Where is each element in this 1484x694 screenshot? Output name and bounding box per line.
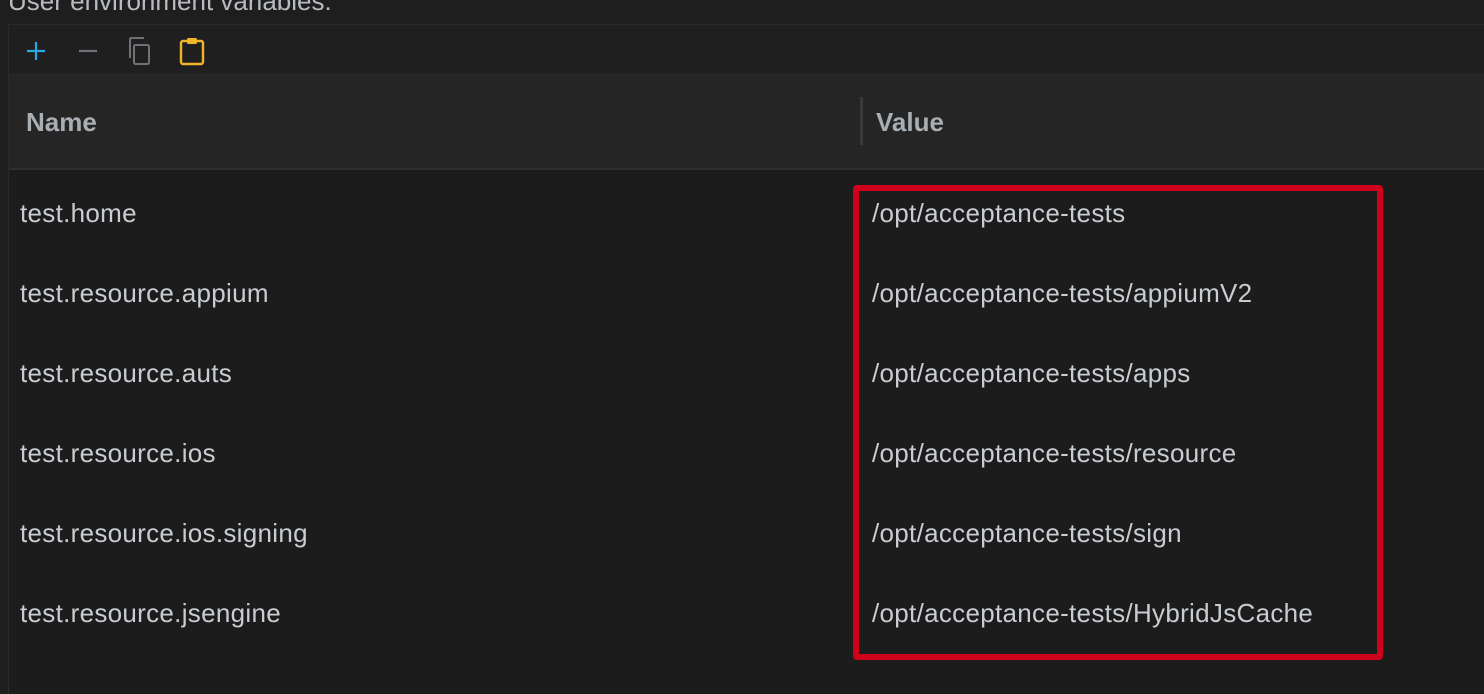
toolbar — [9, 25, 1484, 73]
variable-name: test.resource.jsengine — [20, 598, 281, 628]
column-header-value[interactable]: Value — [876, 107, 944, 138]
table-row[interactable]: test.resource.ios.signing /opt/acceptanc… — [9, 492, 1484, 572]
variable-name: test.resource.ios.signing — [20, 518, 308, 548]
env-variables-panel: Name Value test.home /opt/acceptance-tes… — [8, 24, 1484, 694]
table-row[interactable]: test.resource.ios /opt/acceptance-tests/… — [9, 412, 1484, 492]
table-row[interactable]: test.home /opt/acceptance-tests — [9, 172, 1484, 252]
copy-icon — [129, 37, 150, 65]
table-row[interactable]: test.resource.appium /opt/acceptance-tes… — [9, 252, 1484, 332]
variable-value: /opt/acceptance-tests — [872, 198, 1126, 228]
clipboard-icon — [179, 38, 205, 66]
table-header: Name Value — [9, 73, 1484, 170]
table-row[interactable]: test.resource.jsengine /opt/acceptance-t… — [9, 572, 1484, 652]
minus-icon — [79, 49, 97, 53]
paste-button[interactable] — [174, 33, 210, 69]
remove-button[interactable] — [70, 33, 106, 69]
column-header-name[interactable]: Name — [26, 107, 97, 138]
copy-button[interactable] — [122, 33, 158, 69]
variable-name: test.resource.ios — [20, 438, 216, 468]
table-row[interactable]: test.resource.auts /opt/acceptance-tests… — [9, 332, 1484, 412]
variable-value: /opt/acceptance-tests/sign — [872, 518, 1182, 548]
variable-name: test.resource.appium — [20, 278, 269, 308]
variable-value: /opt/acceptance-tests/resource — [872, 438, 1237, 468]
add-button[interactable] — [18, 33, 54, 69]
variable-value: /opt/acceptance-tests/appiumV2 — [872, 278, 1253, 308]
variable-value: /opt/acceptance-tests/HybridJsCache — [872, 598, 1314, 628]
plus-icon — [27, 42, 45, 60]
variable-value: /opt/acceptance-tests/apps — [872, 358, 1191, 388]
variable-name: test.home — [20, 198, 137, 228]
column-resize-handle[interactable] — [860, 97, 863, 145]
section-label: User environment variables: — [8, 0, 332, 16]
variable-name: test.resource.auts — [20, 358, 233, 388]
